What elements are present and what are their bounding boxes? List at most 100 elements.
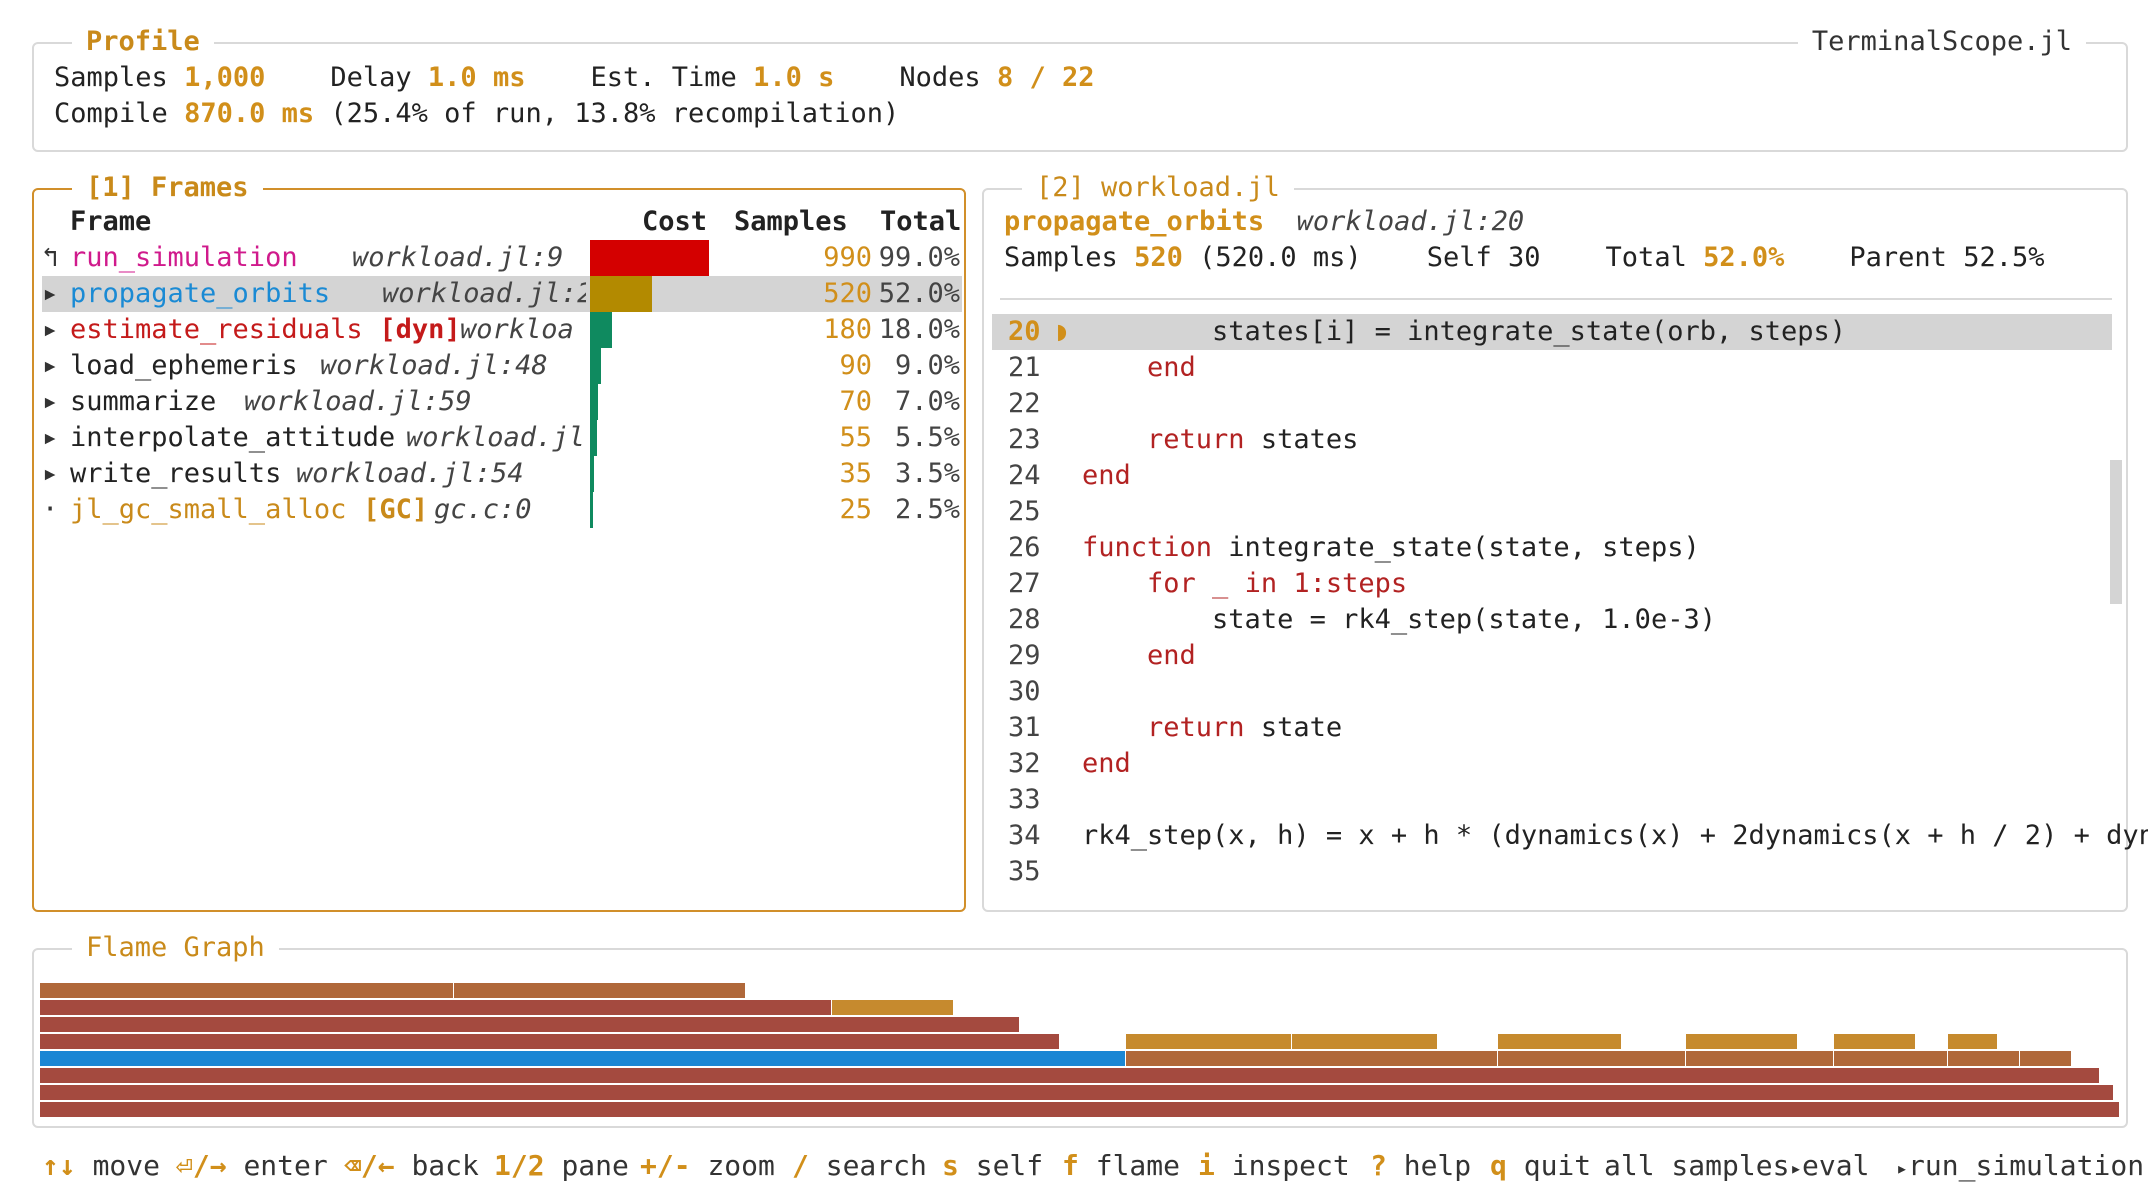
expand-triangle-icon[interactable]: ▸	[42, 384, 58, 420]
flame-block[interactable]	[1126, 1051, 1498, 1066]
leaf-dot-icon[interactable]: ·	[42, 492, 58, 528]
code-line[interactable]: 25	[992, 494, 2112, 530]
flame-block[interactable]	[1834, 1034, 1916, 1049]
cost-bar	[590, 348, 601, 384]
source-scrollbar[interactable]	[2110, 460, 2122, 604]
expand-triangle-icon[interactable]: ▸	[42, 456, 58, 492]
frame-total: 18.0%	[878, 314, 960, 345]
source-func-line: propagate_orbits workload.jl:20	[1004, 204, 1524, 240]
keybinding-flame[interactable]: f flame	[1062, 1146, 1180, 1186]
key-hint: f	[1062, 1149, 1079, 1182]
expand-triangle-icon[interactable]: ▸	[42, 420, 58, 456]
code-line[interactable]: 32 end	[992, 746, 2112, 782]
keybinding-enter[interactable]: ⏎/→ enter	[176, 1146, 328, 1186]
frame-name: jl_gc_small_alloc	[70, 494, 347, 525]
frame-total: 9.0%	[894, 350, 960, 381]
code-line[interactable]: 35	[992, 854, 2112, 890]
code-keyword: end	[1082, 460, 1131, 491]
line-number: 33	[1008, 784, 1041, 815]
flame-panel[interactable]: Flame Graph	[32, 930, 2128, 1128]
flame-block[interactable]	[832, 1000, 954, 1015]
breadcrumb-label: run_simulation	[1908, 1149, 2145, 1182]
flame-block[interactable]	[1126, 1034, 1292, 1049]
frames-header-frame[interactable]: Frame	[70, 204, 151, 240]
frame-row-propagate-orbits[interactable]: ▸propagate_orbitsworkload.jl:2052052.0%	[42, 276, 962, 312]
flame-graph[interactable]	[40, 970, 2120, 1120]
flame-block[interactable]	[1948, 1034, 1998, 1049]
keybinding-move[interactable]: ↑↓ move	[42, 1146, 160, 1186]
expand-triangle-icon[interactable]: ▸	[42, 348, 58, 384]
breadcrumb-arrow-icon: ▸	[1896, 1156, 1909, 1180]
est-time-label: Est. Time	[590, 62, 737, 93]
key-hint: ?	[1370, 1149, 1387, 1182]
frame-row-load-ephemeris[interactable]: ▸ load_ephemeris workload.jl:48 90 9.0%	[42, 348, 962, 384]
code-text: return state	[1082, 710, 1342, 746]
profile-compile-line: Compile 870.0 ms (25.4% of run, 13.8% re…	[54, 96, 899, 132]
code-line[interactable]: 24 end	[992, 458, 2112, 494]
code-line-current[interactable]: 20 ◗ states[i] = integrate_state(orb, ste…	[992, 314, 2112, 350]
flame-block[interactable]	[1292, 1034, 1438, 1049]
source-samples-value: 520	[1134, 242, 1183, 273]
code-line[interactable]: 33	[992, 782, 2112, 818]
source-panel[interactable]: [2] workload.jl propagate_orbits workloa…	[982, 170, 2148, 912]
line-number: 23	[1008, 424, 1041, 455]
flame-block[interactable]	[40, 1085, 2114, 1100]
flame-block[interactable]	[1834, 1051, 1948, 1066]
code-line[interactable]: 28 state = rk4_step(state, 1.0e-3)	[992, 602, 2112, 638]
code-line[interactable]: 21 end	[992, 350, 2112, 386]
keybinding-search[interactable]: / search	[792, 1146, 927, 1186]
line-number: 31	[1008, 712, 1041, 743]
code-line[interactable]: 23 return states	[992, 422, 2112, 458]
flame-block[interactable]	[40, 1000, 832, 1015]
keybinding-back[interactable]: ⌫/← back	[344, 1146, 479, 1186]
frames-header-cost[interactable]: Cost	[642, 204, 707, 240]
flame-block[interactable]	[1686, 1034, 1798, 1049]
breadcrumb-run-simulation[interactable]: ▸run_simulation	[1896, 1146, 2144, 1188]
keybinding-quit[interactable]: q quit	[1490, 1146, 1591, 1186]
frame-row-summarize[interactable]: ▸ summarize workload.jl:59 70 7.0%	[42, 384, 962, 420]
code-line[interactable]: 34 rk4_step(x, h) = x + h * (dynamics(x) …	[992, 818, 2148, 854]
frames-header-total[interactable]: Total	[880, 204, 961, 240]
frame-row-interpolate-attitude[interactable]: ▸ interpolate_attitude workload.jl 55 5.5%	[42, 420, 962, 456]
code-line[interactable]: 30	[992, 674, 2112, 710]
flame-block[interactable]	[40, 1068, 2100, 1083]
frame-row-jl-gc-small-alloc[interactable]: · jl_gc_small_alloc [GC] gc.c:0 25 2.5%	[42, 492, 962, 528]
frames-panel[interactable]: [1] Frames Frame Cost Samples Total ↰ run…	[32, 170, 966, 912]
keybinding-inspect[interactable]: i inspect	[1198, 1146, 1350, 1186]
flame-block[interactable]	[40, 1102, 2120, 1117]
breadcrumb-eval[interactable]: ▸eval	[1790, 1146, 1869, 1188]
code-line[interactable]: 31 return state	[992, 710, 2112, 746]
frame-name: write_results	[70, 458, 282, 489]
frames-title[interactable]: [1] Frames	[72, 170, 263, 206]
flame-block[interactable]	[40, 1034, 1060, 1049]
flame-block[interactable]	[454, 983, 746, 998]
flame-block-selected[interactable]	[40, 1051, 1126, 1066]
flame-block[interactable]	[1498, 1051, 1686, 1066]
keybinding-self[interactable]: s self	[942, 1146, 1043, 1186]
code-line[interactable]: 26 function integrate_state(state, steps)	[992, 530, 2112, 566]
flame-block[interactable]	[40, 983, 454, 998]
expand-triangle-icon[interactable]: ▸	[42, 276, 58, 312]
keybinding-pane[interactable]: 1/2 pane	[494, 1146, 629, 1186]
frame-row-estimate-residuals[interactable]: ▸ estimate_residuals [dyn] workloa 180 18.0%	[42, 312, 962, 348]
code-view[interactable]: 20 ◗ states[i] = integrate_state(orb, ste…	[992, 314, 2148, 904]
flame-block[interactable]	[1498, 1034, 1622, 1049]
code-line[interactable]: 27 for _ in 1:steps	[992, 566, 2112, 602]
frame-row-write-results[interactable]: ▸ write_results workload.jl:54 35 3.5%	[42, 456, 962, 492]
key-label: back	[411, 1149, 479, 1182]
frame-row-run-simulation[interactable]: ↰ run_simulation workload.jl:9 990 99.0%	[42, 240, 962, 276]
flame-block[interactable]	[2020, 1051, 2072, 1066]
flame-block[interactable]	[1686, 1051, 1834, 1066]
flame-block[interactable]	[1948, 1051, 2020, 1066]
frames-header-samples[interactable]: Samples	[734, 204, 848, 240]
return-arrow-icon[interactable]: ↰	[42, 240, 58, 276]
source-title[interactable]: [2] workload.jl	[1022, 170, 1294, 206]
expand-triangle-icon[interactable]: ▸	[42, 312, 58, 348]
flame-block[interactable]	[40, 1017, 1020, 1032]
flame-title[interactable]: Flame Graph	[72, 930, 279, 966]
code-line[interactable]: 29 end	[992, 638, 2112, 674]
keybinding-help[interactable]: ? help	[1370, 1146, 1471, 1186]
code-line[interactable]: 22	[992, 386, 2112, 422]
keybinding-zoom[interactable]: +/- zoom	[640, 1146, 775, 1186]
